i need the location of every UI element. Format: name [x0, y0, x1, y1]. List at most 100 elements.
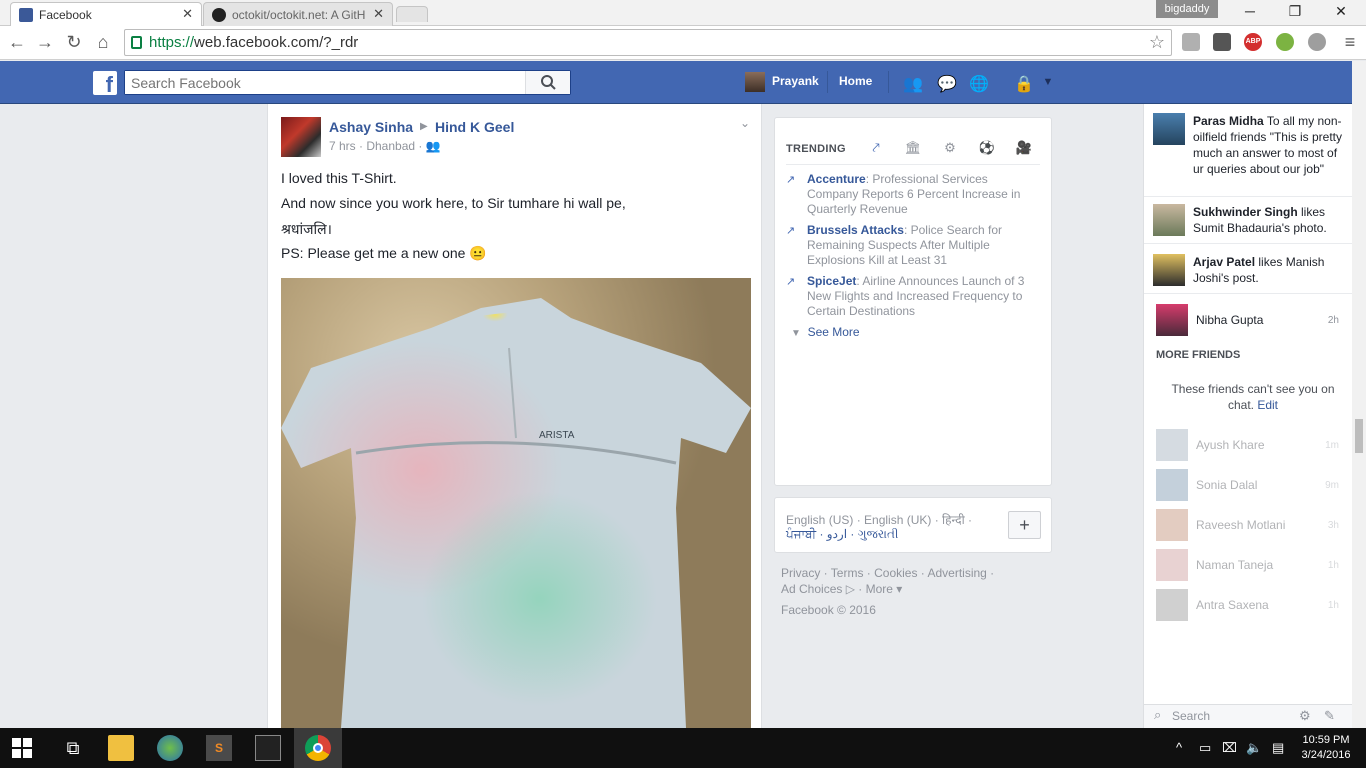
pocket-extension-icon[interactable]: [1213, 33, 1231, 51]
trending-arrow-icon: ↗: [786, 276, 796, 288]
language-list[interactable]: English (US) · English (UK) · हिन्दी ·: [786, 511, 972, 528]
chat-hidden-notice: These friends can't see you on chat. Edi…: [1164, 381, 1342, 413]
ticker-item[interactable]: Paras Midha To all my non-oilfield frien…: [1144, 109, 1353, 197]
action-center-icon[interactable]: ▤: [1272, 740, 1284, 756]
chat-contact[interactable]: Ayush Khare 1m: [1156, 429, 1346, 461]
ticker-name[interactable]: Sukhwinder Singh: [1193, 205, 1298, 219]
tab-octokit[interactable]: octokit/octokit.net: A GitH ✕: [203, 2, 393, 26]
last-active-time: 9m: [1325, 480, 1339, 491]
avatar: [1156, 429, 1188, 461]
windows-start-icon[interactable]: [12, 738, 32, 758]
shield-extension-icon[interactable]: [1182, 33, 1200, 51]
back-icon[interactable]: ←: [5, 30, 29, 54]
close-tab-icon[interactable]: ✕: [182, 6, 193, 22]
close-window-icon[interactable]: ✕: [1326, 3, 1356, 20]
trending-topic[interactable]: Brussels Attacks: [807, 223, 904, 237]
restore-icon[interactable]: ❐: [1280, 3, 1310, 20]
post-options-chevron-icon[interactable]: ⌄: [740, 116, 750, 130]
tab-facebook[interactable]: Facebook ✕: [10, 2, 202, 26]
ticker-name[interactable]: Paras Midha: [1193, 114, 1264, 128]
trending-top-icon[interactable]: ⤤: [867, 140, 885, 158]
chrome-icon-center: [313, 743, 323, 753]
extension-globe-icon[interactable]: [1308, 33, 1326, 51]
chat-contact[interactable]: Naman Taneja 1h: [1156, 549, 1346, 581]
chat-search[interactable]: ⌕ Search ⚙ ✎: [1144, 704, 1353, 728]
volume-icon[interactable]: 🔈: [1246, 740, 1262, 756]
reload-icon[interactable]: ↻: [62, 30, 86, 54]
trending-item[interactable]: ↗ Accenture: Professional Services Compa…: [786, 172, 1044, 217]
search-input[interactable]: [125, 71, 525, 94]
chat-contact[interactable]: Antra Saxena 1h: [1156, 589, 1346, 621]
ticker-item[interactable]: Arjav Patel likes Manish Joshi's post.: [1144, 250, 1353, 294]
trending-science-icon[interactable]: ⚙: [941, 140, 959, 158]
bookmark-star-icon[interactable]: ☆: [1149, 30, 1165, 55]
home-icon[interactable]: ⌂: [91, 30, 115, 54]
ticker-name[interactable]: Arjav Patel: [1193, 255, 1255, 269]
trending-sports-icon[interactable]: ⚽: [978, 140, 996, 158]
privacy-shortcuts-icon[interactable]: 🔒: [1014, 74, 1034, 93]
avatar[interactable]: [1153, 204, 1185, 236]
profile-link[interactable]: Prayank: [772, 74, 819, 88]
gear-icon[interactable]: ⚙: [1299, 708, 1311, 724]
trending-topic[interactable]: SpiceJet: [807, 274, 856, 288]
chrome-menu-icon[interactable]: ≡: [1338, 30, 1362, 54]
author-avatar[interactable]: [281, 117, 321, 157]
contact-name: Antra Saxena: [1196, 598, 1269, 612]
lock-icon: [131, 36, 142, 49]
sublime-text-icon[interactable]: S: [206, 735, 232, 761]
trending-entertainment-icon[interactable]: 🎥: [1015, 140, 1033, 158]
battery-icon[interactable]: ▭: [1199, 740, 1211, 756]
new-tab-button[interactable]: [396, 6, 428, 22]
home-link[interactable]: Home: [839, 74, 872, 88]
edit-link[interactable]: Edit: [1257, 398, 1278, 412]
trending-item[interactable]: ↗ SpiceJet: Airline Announces Launch of …: [786, 274, 1044, 319]
tab-label: Facebook: [39, 7, 92, 22]
close-tab-icon[interactable]: ✕: [369, 6, 384, 22]
github-favicon-icon: [212, 7, 226, 22]
adblock-icon[interactable]: ABP: [1244, 33, 1262, 51]
post-target-link[interactable]: Hind K Geel: [435, 119, 514, 135]
user-avatar[interactable]: [745, 72, 765, 92]
tray-chevron-icon[interactable]: ^: [1176, 740, 1182, 755]
see-more-link[interactable]: ▼ See More: [791, 325, 860, 339]
add-language-button[interactable]: +: [1008, 511, 1041, 539]
account-dropdown-icon[interactable]: ▼: [1038, 76, 1058, 94]
copyright: Facebook © 2016: [781, 603, 876, 617]
minimize-icon[interactable]: ─: [1235, 3, 1265, 19]
language-box: English (US) · English (UK) · हिन्दी · ਪ…: [774, 497, 1052, 553]
notifications-globe-icon[interactable]: 🌐: [969, 74, 989, 93]
task-view-icon[interactable]: ⧉: [60, 735, 86, 761]
friends-audience-icon[interactable]: 👥: [426, 139, 441, 153]
chat-contact[interactable]: Sonia Dalal 9m: [1156, 469, 1346, 501]
facebook-logo-icon[interactable]: f: [93, 71, 117, 97]
friend-requests-icon[interactable]: 👥: [903, 74, 923, 93]
chrome-taskbar-button[interactable]: [294, 728, 342, 768]
compose-icon[interactable]: ✎: [1324, 708, 1335, 724]
footer-links[interactable]: Ad Choices ▷ · More ▾: [781, 582, 902, 596]
chrome-profile-badge[interactable]: bigdaddy: [1156, 0, 1218, 18]
trending-item[interactable]: ↗ Brussels Attacks: Police Search for Re…: [786, 223, 1044, 268]
address-bar[interactable]: https://web.facebook.com/?_rdr ☆: [124, 29, 1172, 56]
footer-links[interactable]: Privacy · Terms · Cookies · Advertising …: [781, 566, 994, 580]
chat-contact[interactable]: Nibha Gupta 2h: [1156, 304, 1346, 336]
extension-green-icon[interactable]: [1276, 33, 1294, 51]
search-button[interactable]: [525, 71, 570, 94]
ticker-item[interactable]: Sukhwinder Singh likes Sumit Bhadauria's…: [1144, 200, 1353, 244]
avatar[interactable]: [1153, 113, 1185, 145]
taskbar-clock[interactable]: 10:59 PM 3/24/2016: [1298, 733, 1354, 763]
network-icon[interactable]: ⌧: [1222, 740, 1237, 756]
page-scrollbar[interactable]: [1352, 61, 1366, 728]
trending-topic[interactable]: Accenture: [807, 172, 866, 186]
messages-icon[interactable]: 💬: [937, 74, 957, 93]
forward-icon[interactable]: →: [33, 30, 57, 54]
post-author-link[interactable]: Ashay Sinha: [329, 119, 413, 135]
ie-green-icon[interactable]: [157, 735, 183, 761]
scrollbar-thumb[interactable]: [1355, 419, 1363, 453]
trending-politics-icon[interactable]: 🏛: [904, 140, 922, 158]
chat-contact[interactable]: Raveesh Motlani 3h: [1156, 509, 1346, 541]
avatar[interactable]: [1153, 254, 1185, 286]
post-photo[interactable]: ARISTA: [281, 278, 751, 728]
file-explorer-icon[interactable]: [108, 735, 134, 761]
terminal-icon[interactable]: [255, 735, 281, 761]
language-list[interactable]: ਪੰਜਾਬੀ · اردو · ગુજરાતી: [786, 527, 898, 542]
